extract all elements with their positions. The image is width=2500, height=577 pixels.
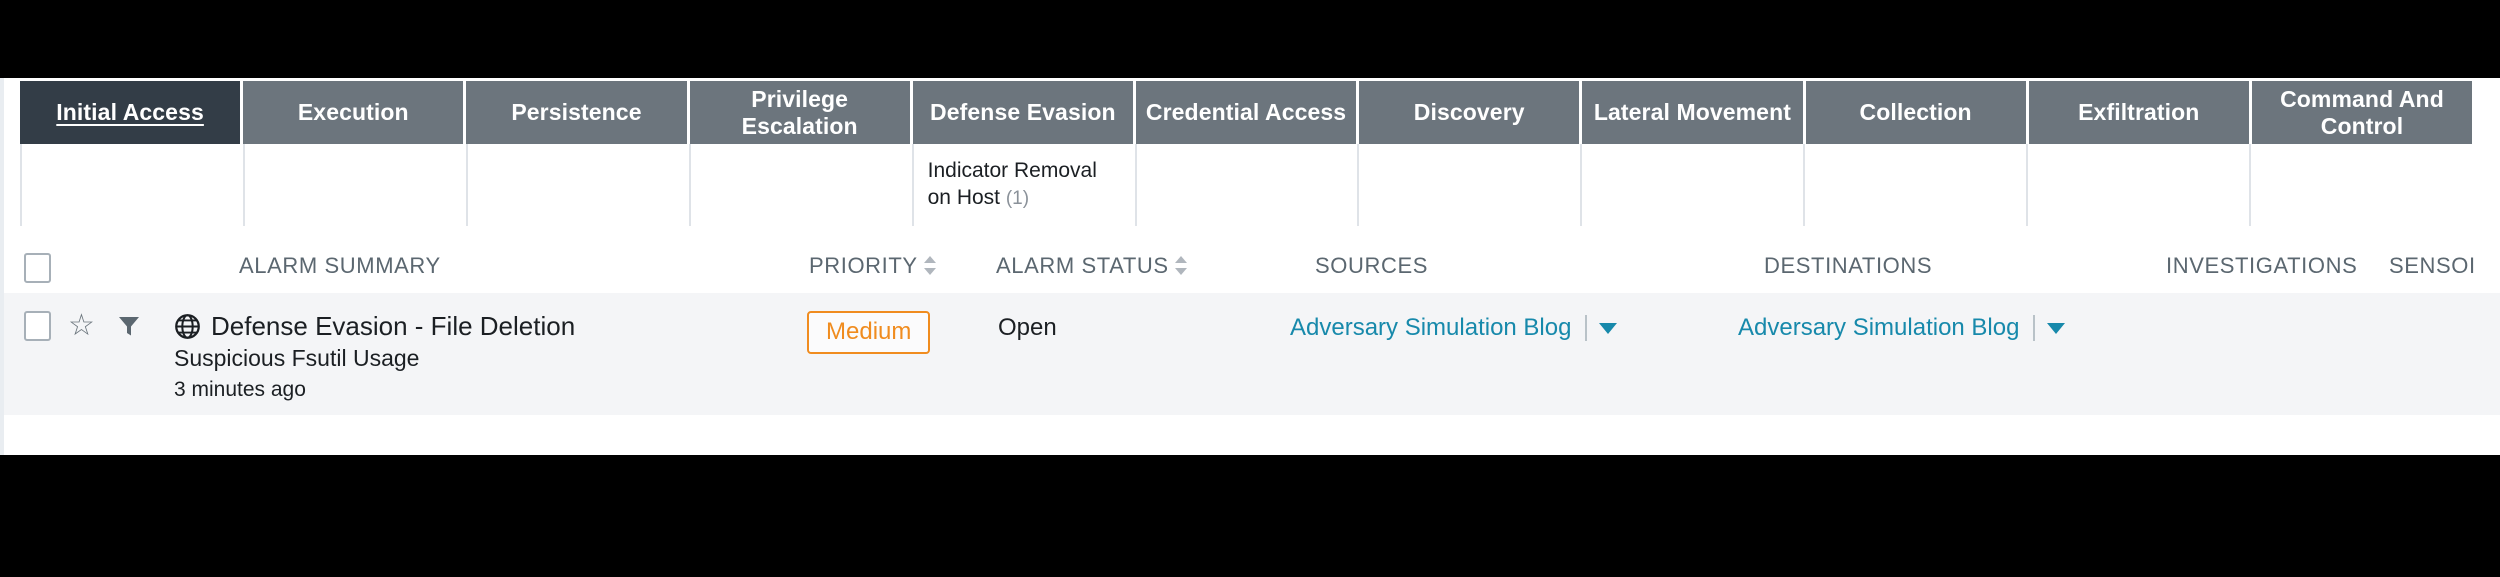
column-header-label: ALARM SUMMARY xyxy=(239,253,441,278)
row-action-icons: ☆ xyxy=(68,311,174,341)
sort-icon[interactable] xyxy=(1174,255,1187,277)
row-destinations-cell: Adversary Simulation Blog xyxy=(1674,311,2104,345)
column-header-sensor[interactable]: SENSOI xyxy=(2344,253,2500,279)
header-alarm-status-cell: ALARM STATUS xyxy=(974,253,1249,279)
tactic-lateral-movement[interactable]: Lateral Movement xyxy=(1582,81,1806,144)
technique-cell-privilege-escalation[interactable] xyxy=(691,144,914,226)
row-priority-cell: Medium xyxy=(789,311,974,354)
technique-cell-discovery[interactable] xyxy=(1359,144,1583,226)
header-alarm-summary-cell: ALARM SUMMARY xyxy=(174,253,789,279)
technique-cell-persistence[interactable] xyxy=(468,144,691,226)
row-select-cell xyxy=(4,311,68,341)
column-header-alarm-summary[interactable]: ALARM SUMMARY xyxy=(174,253,789,279)
tactic-label: Collection xyxy=(1859,99,1972,125)
table-row[interactable]: ☆ Defense Evasion - File Deletion Suspic… xyxy=(4,293,2500,415)
technique-cell-credential-access[interactable] xyxy=(1137,144,1360,226)
column-header-priority[interactable]: PRIORITY xyxy=(789,253,974,279)
alarm-status-value: Open xyxy=(998,314,1057,341)
technique-cell-collection[interactable] xyxy=(1805,144,2029,226)
link-divider xyxy=(1585,315,1588,341)
tactic-discovery[interactable]: Discovery xyxy=(1359,81,1583,144)
chevron-down-icon[interactable] xyxy=(2047,322,2066,334)
globe-icon xyxy=(174,313,201,340)
technique-cell-exfiltration[interactable] xyxy=(2028,144,2252,226)
technique-cell-initial-access[interactable] xyxy=(20,144,245,226)
tactic-persistence[interactable]: Persistence xyxy=(466,81,690,144)
alarm-title[interactable]: Defense Evasion - File Deletion xyxy=(211,311,575,341)
chevron-down-icon[interactable] xyxy=(1599,322,1618,334)
tactic-credential-access[interactable]: Credential Access xyxy=(1135,81,1360,144)
technique-cell-command-and-control[interactable] xyxy=(2251,144,2472,226)
alarm-table-header-row: ALARM SUMMARY PRIORITY ALARM STATUS SOUR… xyxy=(4,241,2500,293)
row-sources-cell: Adversary Simulation Blog xyxy=(1249,311,1674,345)
tactic-collection[interactable]: Collection xyxy=(1805,81,2029,144)
tactic-label: Exfiltration xyxy=(2078,99,2200,125)
technique-row: Indicator Removal on Host (1) xyxy=(20,144,2472,226)
alarm-title-row: Defense Evasion - File Deletion xyxy=(174,311,789,341)
tactic-command-and-control[interactable]: Command And Control xyxy=(2251,81,2473,144)
select-all-checkbox[interactable] xyxy=(24,253,51,283)
star-icon[interactable]: ☆ xyxy=(68,311,95,341)
column-header-destinations[interactable]: DESTINATIONS xyxy=(1674,253,2104,279)
tactic-label: Persistence xyxy=(511,99,642,125)
destination-link-group[interactable]: Adversary Simulation Blog xyxy=(1738,311,2104,345)
link-divider xyxy=(2033,315,2036,341)
technique-cell-execution[interactable] xyxy=(245,144,468,226)
sort-icon[interactable] xyxy=(923,255,936,277)
column-header-investigations[interactable]: INVESTIGATIONS xyxy=(2104,253,2357,279)
destination-link[interactable]: Adversary Simulation Blog xyxy=(1738,311,2019,345)
tactic-header-row: Initial Access Execution Persistence Pri… xyxy=(20,81,2473,144)
alarm-subtitle: Suspicious Fsutil Usage xyxy=(174,345,420,371)
header-investigations-cell: INVESTIGATIONS xyxy=(2104,253,2357,279)
tactic-label: Privilege Escalation xyxy=(741,85,858,139)
tactic-execution[interactable]: Execution xyxy=(243,81,467,144)
row-alarm-summary-cell: Defense Evasion - File Deletion Suspicio… xyxy=(174,311,789,405)
alarm-table: ALARM SUMMARY PRIORITY ALARM STATUS SOUR… xyxy=(4,241,2500,415)
source-link[interactable]: Adversary Simulation Blog xyxy=(1290,311,1571,345)
column-header-label: SOURCES xyxy=(1315,253,1428,278)
tactic-label: Initial Access xyxy=(56,99,204,125)
column-header-label: DESTINATIONS xyxy=(1764,253,1933,278)
attack-matrix: Initial Access Execution Persistence Pri… xyxy=(20,81,2473,226)
sources-wrapper: Adversary Simulation Blog xyxy=(1249,311,1674,345)
technique-cell-defense-evasion[interactable]: Indicator Removal on Host (1) xyxy=(914,144,1137,226)
source-link-group[interactable]: Adversary Simulation Blog xyxy=(1290,311,1674,345)
tactic-privilege-escalation[interactable]: Privilege Escalation xyxy=(689,81,913,144)
row-status-cell: Open xyxy=(974,311,1249,345)
priority-wrapper: Medium xyxy=(789,311,974,354)
row-select-checkbox[interactable] xyxy=(24,311,51,341)
technique-cell-lateral-movement[interactable] xyxy=(1582,144,1806,226)
column-header-label: ALARM STATUS xyxy=(996,253,1169,278)
tactic-label: Command And Control xyxy=(2280,85,2444,139)
column-header-sources[interactable]: SOURCES xyxy=(1249,253,1674,279)
header-priority-cell: PRIORITY xyxy=(789,253,974,279)
tactic-label: Lateral Movement xyxy=(1593,99,1791,125)
tactic-initial-access[interactable]: Initial Access xyxy=(20,81,244,144)
tactic-label: Defense Evasion xyxy=(930,99,1116,125)
screenshot-root: Initial Access Execution Persistence Pri… xyxy=(0,0,2500,577)
tactic-label: Execution xyxy=(297,99,409,125)
priority-badge[interactable]: Medium xyxy=(807,311,931,354)
funnel-icon[interactable] xyxy=(117,314,141,338)
column-header-label: PRIORITY xyxy=(809,253,918,278)
column-header-alarm-status[interactable]: ALARM STATUS xyxy=(974,253,1249,279)
alarm-timestamp: 3 minutes ago xyxy=(174,378,306,401)
tactic-exfiltration[interactable]: Exfiltration xyxy=(2028,81,2252,144)
content-viewport: Initial Access Execution Persistence Pri… xyxy=(0,78,2500,455)
column-header-label: INVESTIGATIONS xyxy=(2166,253,2358,278)
column-header-label: SENSOI xyxy=(2389,253,2476,278)
tactic-label: Discovery xyxy=(1413,99,1525,125)
tactic-defense-evasion[interactable]: Defense Evasion xyxy=(912,81,1136,144)
destinations-wrapper: Adversary Simulation Blog xyxy=(1674,311,2104,345)
header-destinations-cell: DESTINATIONS xyxy=(1674,253,2104,279)
tactic-label: Credential Access xyxy=(1145,99,1347,125)
header-sensor-cell: SENSOI xyxy=(2344,253,2500,279)
select-all-cell xyxy=(4,253,68,283)
header-sources-cell: SOURCES xyxy=(1249,253,1674,279)
technique-count: (1) xyxy=(1005,188,1030,209)
